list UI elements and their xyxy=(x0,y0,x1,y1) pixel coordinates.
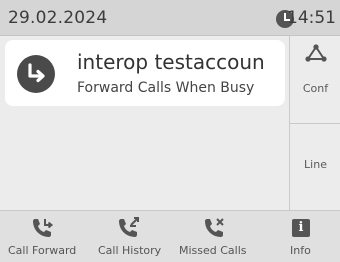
call-history-label: Call History xyxy=(98,244,162,257)
line-label: Line xyxy=(304,158,327,171)
missed-calls-label: Missed Calls xyxy=(179,244,247,257)
status-time: 14:51 xyxy=(287,8,336,28)
right-softkey-column: Conf Line xyxy=(289,36,340,210)
conf-label: Conf xyxy=(302,82,329,95)
call-forward-card[interactable]: interop testaccoun Forward Calls When Bu… xyxy=(5,40,285,106)
caller-name: interop testaccoun xyxy=(77,50,265,74)
info-label: Info xyxy=(290,244,311,257)
call-history-softkey[interactable]: Call History xyxy=(85,211,170,262)
call-history-icon xyxy=(119,217,139,237)
call-status-text: Forward Calls When Busy xyxy=(77,80,255,96)
missed-calls-softkey[interactable]: Missed Calls xyxy=(170,211,255,262)
line-softkey[interactable]: Line xyxy=(290,124,340,210)
missed-calls-icon xyxy=(205,218,224,237)
conference-icon xyxy=(305,44,327,62)
info-icon: i xyxy=(292,219,310,237)
call-forward-softkey[interactable]: Call Forward xyxy=(0,211,85,262)
info-softkey[interactable]: i Info xyxy=(255,211,340,262)
status-date: 29.02.2024 xyxy=(8,8,108,28)
call-forward-icon xyxy=(33,219,54,237)
phone-screen: 29.02.2024 14:51 interop testaccoun Forw… xyxy=(0,0,340,262)
conf-softkey[interactable]: Conf xyxy=(290,36,340,124)
status-bar: 29.02.2024 14:51 xyxy=(0,0,340,36)
call-forward-label: Call Forward xyxy=(8,244,77,257)
forward-arrow-icon xyxy=(17,55,55,93)
bottom-softkey-bar: Call Forward Call History Missed Calls i… xyxy=(0,210,340,262)
